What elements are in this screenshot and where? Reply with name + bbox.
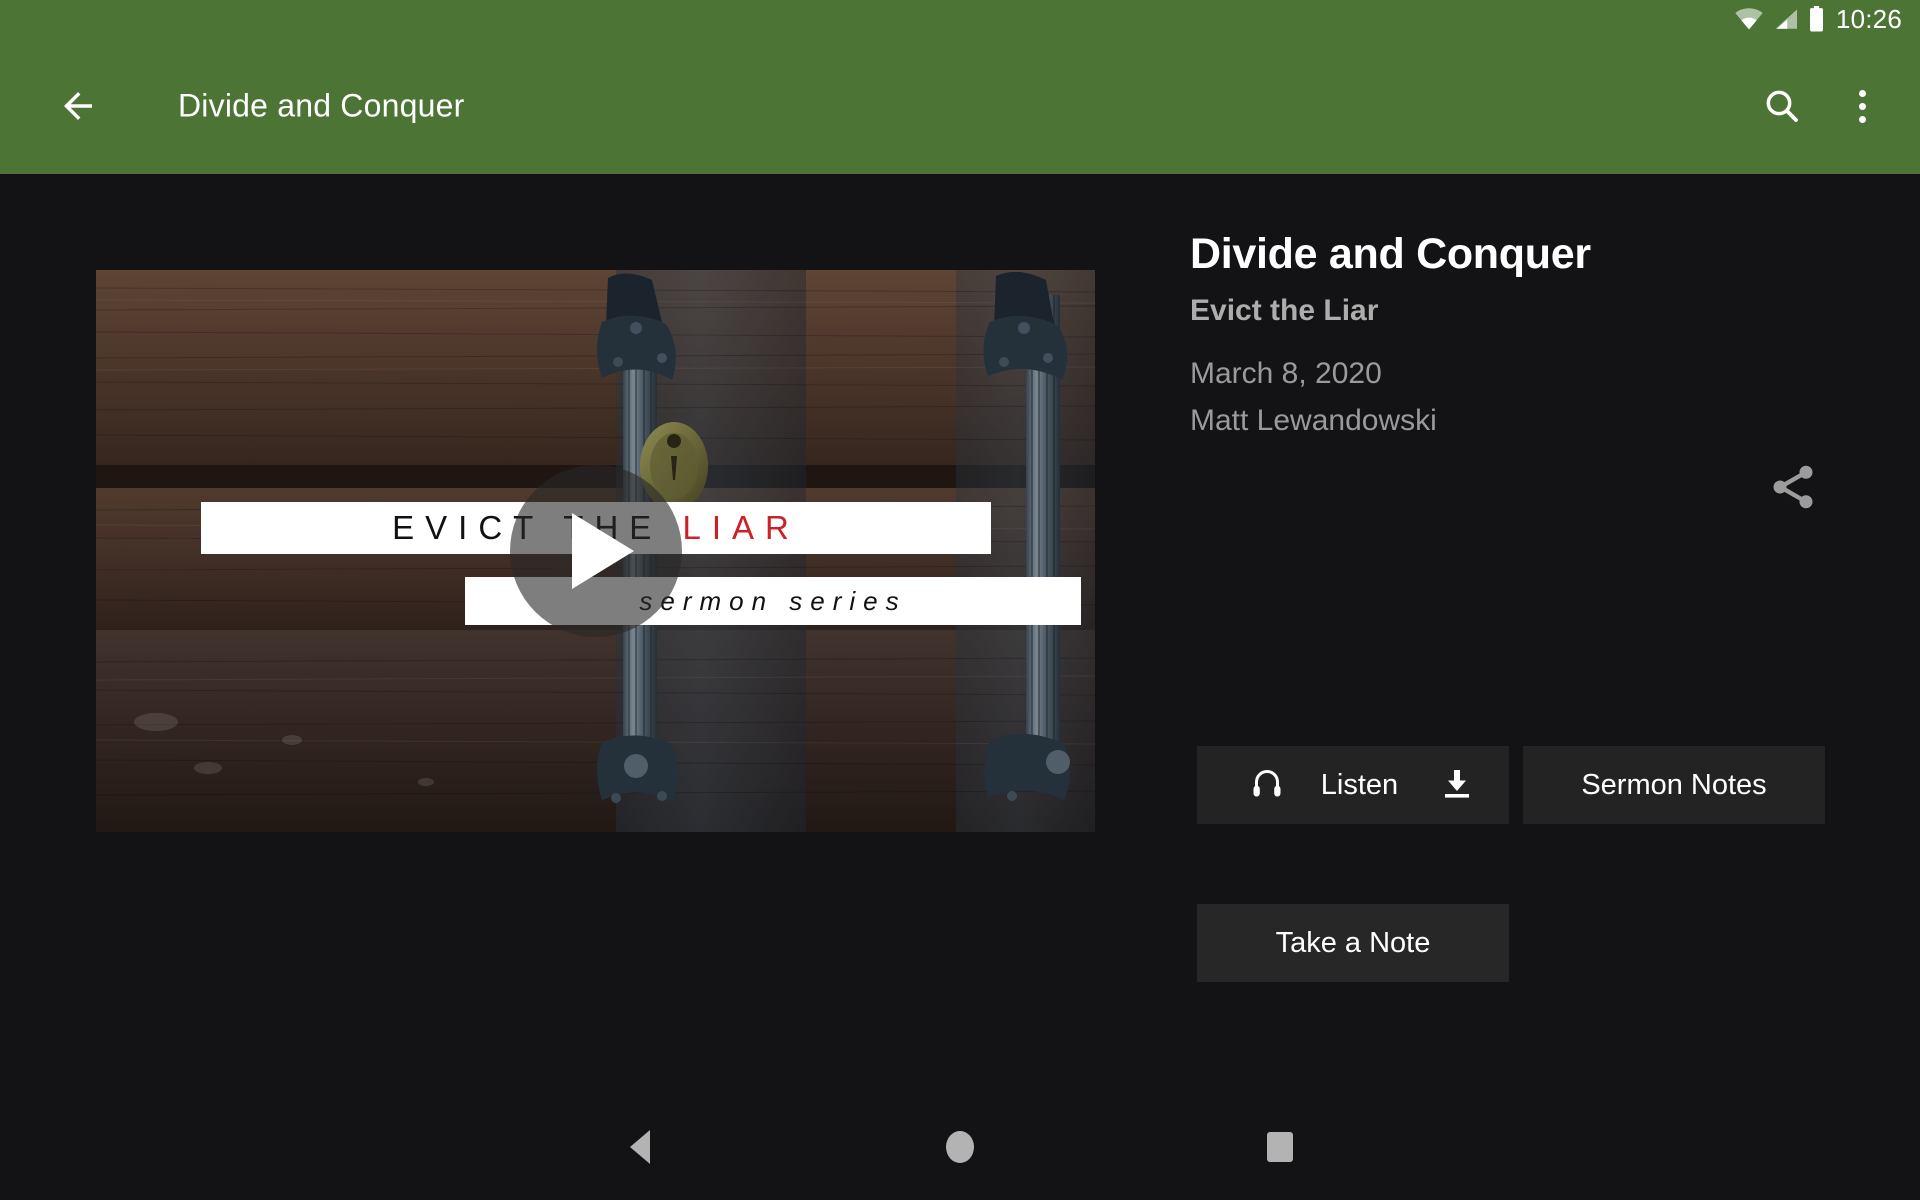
sermon-details: Divide and Conquer Evict the Liar March … xyxy=(1190,230,1860,437)
share-icon[interactable] xyxy=(1760,454,1826,520)
page-title: Divide and Conquer xyxy=(178,87,465,124)
status-bar: 10:26 xyxy=(0,0,1920,38)
listen-label: Listen xyxy=(1320,768,1399,801)
nav-home-circle xyxy=(946,1131,974,1163)
overflow-dot xyxy=(1858,102,1866,110)
play-triangle xyxy=(571,513,634,589)
take-a-note-button[interactable]: Take a Note xyxy=(1197,904,1509,982)
video-title-accent: LIAR xyxy=(682,509,800,546)
video-thumbnail[interactable]: EVICT THE LIAR sermon series xyxy=(96,270,1095,832)
wifi-icon xyxy=(1734,8,1764,30)
sermon-title: Divide and Conquer xyxy=(1190,230,1591,278)
nav-back-triangle xyxy=(630,1130,650,1164)
nav-back-icon[interactable] xyxy=(480,1130,800,1164)
cellular-signal-icon xyxy=(1773,8,1799,30)
sermon-date: March 8, 2020 xyxy=(1190,356,1382,390)
content-area: EVICT THE LIAR sermon series Divide and … xyxy=(0,174,1920,1094)
back-arrow-icon[interactable] xyxy=(52,80,104,132)
listen-button[interactable]: Listen xyxy=(1197,746,1509,824)
sermon-notes-label: Sermon Notes xyxy=(1581,768,1767,801)
play-button-icon[interactable] xyxy=(509,465,682,637)
sermon-speaker: Matt Lewandowski xyxy=(1190,403,1437,437)
overflow-dot xyxy=(1858,115,1866,123)
video-subtitle-text: sermon series xyxy=(639,585,907,616)
sermon-series: Evict the Liar xyxy=(1190,294,1379,328)
nav-recents-icon[interactable] xyxy=(1120,1132,1440,1162)
sermon-notes-button[interactable]: Sermon Notes xyxy=(1523,746,1825,824)
overflow-dot xyxy=(1858,89,1866,97)
app-toolbar: Divide and Conquer xyxy=(0,38,1920,174)
nav-recents-square xyxy=(1267,1132,1293,1162)
headphones-icon xyxy=(1249,766,1285,805)
take-a-note-label: Take a Note xyxy=(1275,926,1431,959)
overflow-menu-icon[interactable] xyxy=(1838,80,1886,132)
status-time: 10:26 xyxy=(1835,4,1902,34)
android-navigation-bar xyxy=(0,1094,1920,1200)
download-icon[interactable] xyxy=(1439,766,1475,805)
search-icon[interactable] xyxy=(1758,82,1806,130)
nav-home-icon[interactable] xyxy=(800,1131,1120,1163)
battery-icon xyxy=(1808,6,1825,32)
